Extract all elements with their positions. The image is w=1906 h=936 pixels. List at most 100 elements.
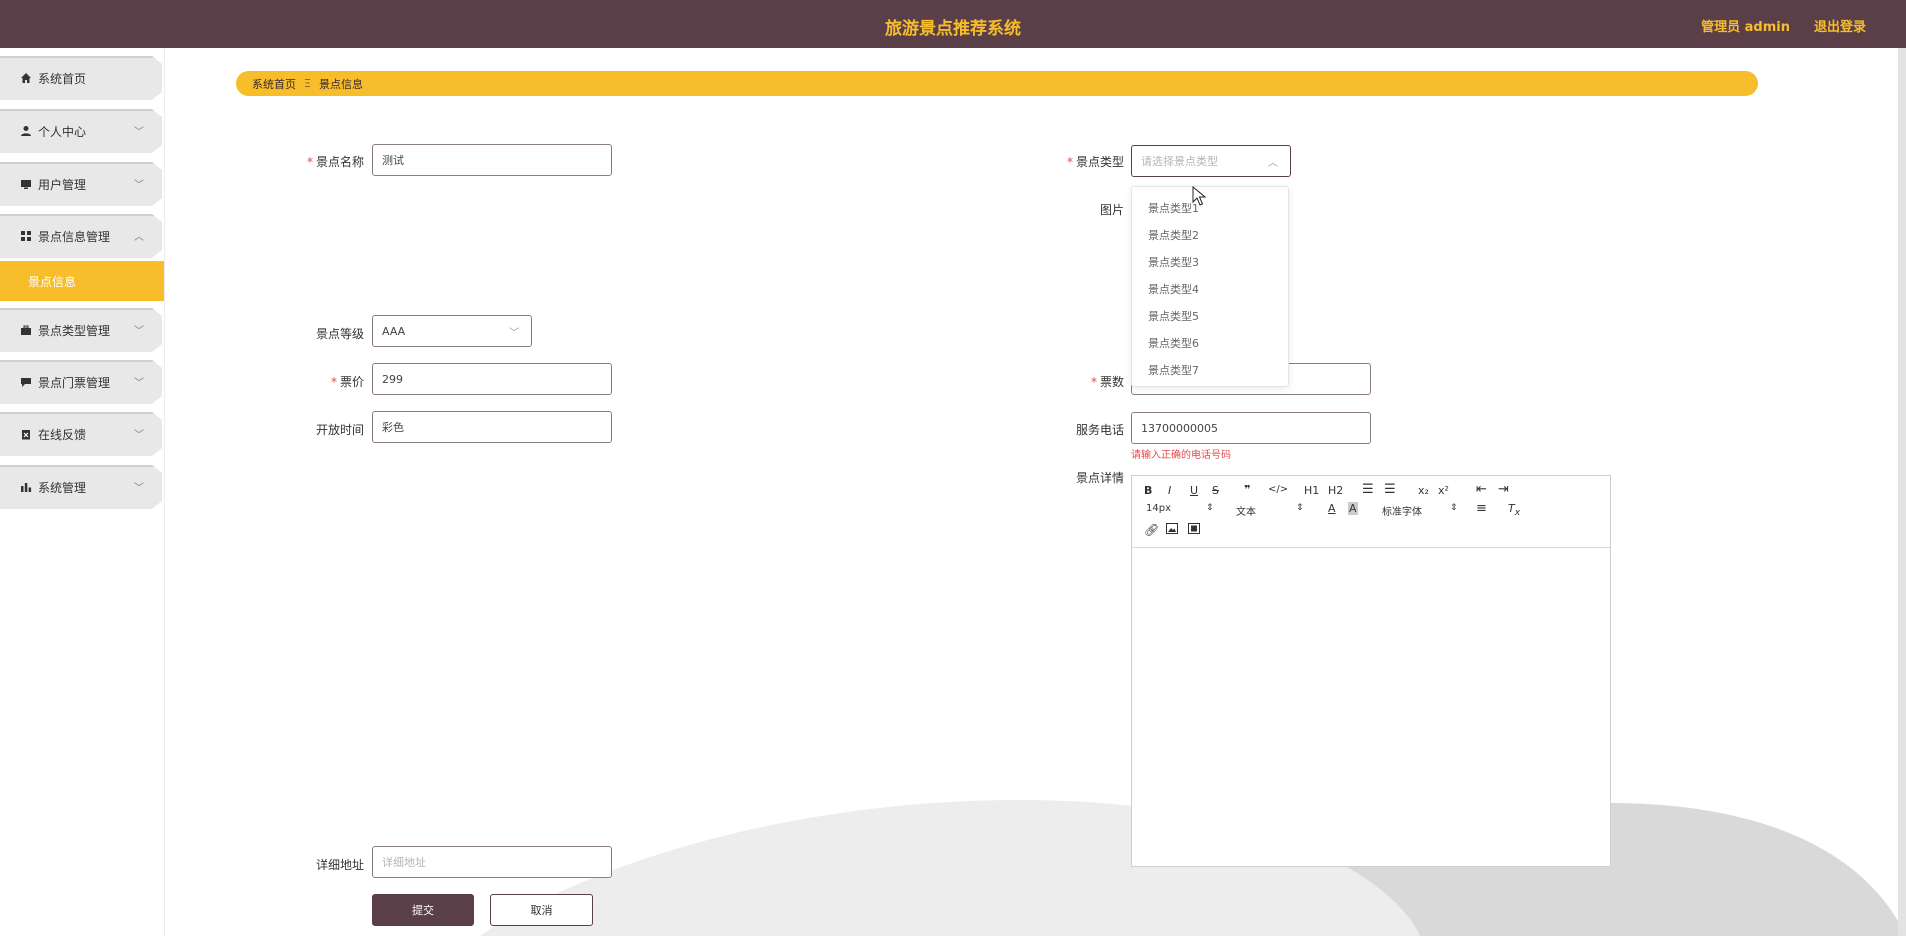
logout-button[interactable]: 退出登录 (1814, 16, 1866, 35)
scenic-name-input[interactable]: 测试 (372, 144, 612, 176)
address-label: 详细地址 (315, 858, 364, 872)
chevron-updown-icon: ⇕ (1296, 503, 1304, 513)
sidebar-item-user-management[interactable]: 用户管理 ﹀ (0, 162, 162, 206)
level-select-value: AAA (382, 324, 406, 338)
chevron-updown-icon: ⇕ (1206, 503, 1214, 513)
admin-user-label[interactable]: 管理员 admin (1701, 16, 1790, 35)
detail-label: 景点详情 (1075, 471, 1124, 485)
person-icon (20, 125, 32, 137)
chevron-down-icon: ﹀ (134, 378, 144, 389)
chevron-down-icon: ﹀ (134, 483, 144, 494)
breadcrumb-home[interactable]: 系统首页 (252, 76, 296, 92)
type-option-5[interactable]: 景点类型5 (1148, 308, 1199, 324)
price-label: * 票价 (330, 375, 364, 389)
grid-icon (20, 230, 32, 242)
background-hills (480, 800, 1906, 936)
sidebar-item-personal-center[interactable]: 个人中心 ﹀ (0, 109, 162, 153)
name-label: * 景点名称 (306, 155, 364, 169)
chevron-down-icon: ﹀ (134, 180, 144, 191)
mouse-cursor-icon (1192, 186, 1206, 206)
chat-icon (20, 376, 32, 388)
code-icon[interactable]: </> (1268, 484, 1288, 495)
block-format-select[interactable]: 文本 (1236, 503, 1256, 518)
subscript-button[interactable]: x₂ (1418, 484, 1429, 497)
italic-button[interactable]: I (1168, 484, 1171, 497)
sidebar-item-label: 个人中心 (38, 124, 87, 139)
sidebar-item-label: 系统管理 (38, 480, 87, 495)
type-option-6[interactable]: 景点类型6 (1148, 335, 1199, 351)
open-time-label: 开放时间 (315, 423, 364, 437)
type-option-3[interactable]: 景点类型3 (1148, 254, 1199, 270)
font-family-select[interactable]: 标准字体 (1382, 503, 1422, 518)
chevron-down-icon: ﹀ (134, 326, 144, 337)
outdent-icon[interactable]: ⇤ (1476, 482, 1487, 497)
home-icon (20, 72, 32, 84)
sidebar-item-label: 系统首页 (38, 71, 87, 86)
chevron-down-icon: ﹀ (134, 127, 144, 138)
ordered-list-icon[interactable]: ☰ (1362, 482, 1374, 497)
page-scrollbar[interactable] (1898, 48, 1906, 936)
chevron-up-icon: ︿ (1268, 158, 1278, 169)
sidebar-item-scenic-info-management[interactable]: 景点信息管理 ︿ (0, 214, 162, 258)
type-option-4[interactable]: 景点类型4 (1148, 281, 1199, 297)
sidebar-item-online-feedback[interactable]: 在线反馈 ﹀ (0, 412, 162, 456)
level-select[interactable]: AAA ﹀ (372, 315, 532, 347)
open-time-input[interactable]: 彩色 (372, 411, 612, 443)
type-dropdown-menu: 景点类型1 景点类型2 景点类型3 景点类型4 景点类型5 景点类型6 景点类型… (1131, 186, 1289, 387)
phone-input[interactable]: 13700000005 (1131, 412, 1371, 444)
type-option-7[interactable]: 景点类型7 (1148, 362, 1199, 378)
rich-text-editor[interactable]: B I U S ❞ </> H1 H2 ☰ ☰ x₂ x² ⇤ ⇥ 14px ⇕… (1131, 475, 1611, 867)
breadcrumb-separator: Ξ (304, 77, 311, 90)
link-icon[interactable]: 🔗︎ (1144, 523, 1159, 537)
sidebar-item-label: 景点门票管理 (38, 375, 111, 390)
type-select-placeholder: 请选择景点类型 (1141, 155, 1218, 168)
align-icon[interactable]: ≡ (1476, 501, 1487, 516)
h2-button[interactable]: H2 (1328, 484, 1343, 497)
ticket-count-label: * 票数 (1090, 375, 1124, 389)
phone-error-text: 请输入正确的电话号码 (1131, 450, 1231, 461)
indent-icon[interactable]: ⇥ (1498, 482, 1509, 497)
clipboard-icon (20, 428, 32, 440)
underline-button[interactable]: U (1190, 484, 1198, 497)
phone-label: 服务电话 (1075, 423, 1124, 437)
chevron-down-icon: ﹀ (509, 328, 519, 339)
sidebar: 系统首页 个人中心 ﹀ 用户管理 ﹀ 景点信息管理 ︿ 景点信息 景点类型管理 … (0, 48, 165, 936)
bullet-list-icon[interactable]: ☰ (1384, 482, 1396, 497)
sidebar-item-ticket-management[interactable]: 景点门票管理 ﹀ (0, 360, 162, 404)
font-size-select[interactable]: 14px (1146, 503, 1171, 514)
bold-button[interactable]: B (1144, 484, 1152, 497)
cancel-button[interactable]: 取消 (490, 894, 593, 926)
level-label: 景点等级 (315, 327, 364, 341)
superscript-button[interactable]: x² (1438, 484, 1449, 497)
clear-format-icon[interactable]: Tx (1508, 502, 1520, 518)
chevron-down-icon: ﹀ (134, 430, 144, 441)
price-input[interactable]: 299 (372, 363, 612, 395)
type-option-2[interactable]: 景点类型2 (1148, 227, 1199, 243)
type-select[interactable]: 请选择景点类型 ︿ (1131, 145, 1291, 177)
sidebar-item-label: 用户管理 (38, 177, 87, 192)
blockquote-icon[interactable]: ❞ (1244, 483, 1250, 496)
sidebar-item-label: 在线反馈 (38, 427, 87, 442)
image-icon[interactable] (1166, 523, 1178, 537)
sidebar-subitem-scenic-info[interactable]: 景点信息 (0, 261, 164, 301)
sidebar-item-system-management[interactable]: 系统管理 ﹀ (0, 465, 162, 509)
sidebar-item-label: 景点信息管理 (38, 229, 111, 244)
address-input[interactable]: 详细地址 (372, 846, 612, 878)
video-icon[interactable] (1188, 523, 1200, 537)
h1-button[interactable]: H1 (1304, 484, 1319, 497)
top-header: 旅游景点推荐系统 管理员 admin 退出登录 (0, 0, 1906, 48)
sidebar-item-label: 景点类型管理 (38, 323, 111, 338)
strike-button[interactable]: S (1212, 484, 1219, 497)
sidebar-item-scenic-type-management[interactable]: 景点类型管理 ﹀ (0, 308, 162, 352)
chevron-updown-icon: ⇕ (1450, 503, 1458, 513)
background-color-icon[interactable]: A (1348, 502, 1358, 515)
image-label: 图片 (1099, 203, 1124, 217)
breadcrumb-current: 景点信息 (318, 77, 363, 91)
sidebar-item-home[interactable]: 系统首页 (0, 56, 162, 100)
app-title: 旅游景点推荐系统 (885, 19, 1021, 39)
editor-toolbar: B I U S ❞ </> H1 H2 ☰ ☰ x₂ x² ⇤ ⇥ 14px ⇕… (1132, 476, 1610, 548)
type-label: * 景点类型 (1066, 155, 1124, 169)
briefcase-icon (20, 324, 32, 336)
font-color-icon[interactable]: A (1328, 502, 1336, 515)
submit-button[interactable]: 提交 (372, 894, 474, 926)
